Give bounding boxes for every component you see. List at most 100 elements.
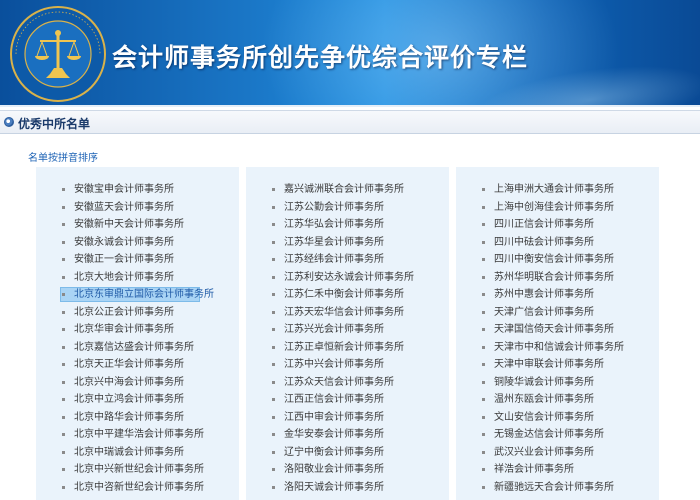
firm-list-item[interactable]: 四川中衡安信会计师事务所: [456, 251, 659, 269]
firm-list-item[interactable]: 江苏公勤会计师事务所: [246, 199, 449, 217]
firm-name-link[interactable]: 安徽蓝天会计师事务所: [74, 202, 174, 213]
firm-list-item[interactable]: 北京中兴新世纪会计师事务所: [36, 461, 239, 479]
firm-name-link[interactable]: 洛阳天诚会计师事务所: [284, 482, 384, 493]
firm-name-link[interactable]: 四川正信会计师事务所: [494, 219, 594, 230]
firm-list-item[interactable]: 江苏利安达永诚会计师事务所: [246, 269, 449, 287]
firm-name-link[interactable]: 洛阳敬业会计师事务所: [284, 464, 384, 475]
firm-name-link[interactable]: 江苏经纬会计师事务所: [284, 254, 384, 265]
firm-name-link[interactable]: 金华安泰会计师事务所: [284, 429, 384, 440]
firm-name-link[interactable]: 北京中兴新世纪会计师事务所: [74, 464, 204, 475]
firm-name-link[interactable]: 江苏正卓恒新会计师事务所: [284, 342, 404, 353]
firm-name-link[interactable]: 北京华审会计师事务所: [74, 324, 174, 335]
firm-list-item[interactable]: 天津广信会计师事务所: [456, 304, 659, 322]
firm-name-link[interactable]: 江苏仁禾中衡会计师事务所: [284, 289, 404, 300]
firm-list-item[interactable]: 北京天正华会计师事务所: [36, 356, 239, 374]
firm-list-item[interactable]: 安徽正一会计师事务所: [36, 251, 239, 269]
firm-list-item[interactable]: 上海中创海佳会计师事务所: [456, 199, 659, 217]
firm-list-item[interactable]: 金华安泰会计师事务所: [246, 426, 449, 444]
firm-name-link[interactable]: 天津广信会计师事务所: [494, 307, 594, 318]
firm-list-item[interactable]: 苏州华明联合会计师事务所: [456, 269, 659, 287]
firm-name-link[interactable]: 无锡金达信会计师事务所: [494, 429, 604, 440]
firm-list-item[interactable]: 北京华审会计师事务所: [36, 321, 239, 339]
firm-name-link[interactable]: 上海中创海佳会计师事务所: [494, 202, 614, 213]
firm-list-item[interactable]: 江苏中兴会计师事务所: [246, 356, 449, 374]
firm-list-item[interactable]: 江苏兴光会计师事务所: [246, 321, 449, 339]
firm-name-link[interactable]: 天津市中和信诚会计师事务所: [494, 342, 624, 353]
firm-list-item[interactable]: 安徽新中天会计师事务所: [36, 216, 239, 234]
firm-list-item[interactable]: 铜陵华诚会计师事务所: [456, 374, 659, 392]
firm-name-link[interactable]: 铜陵华诚会计师事务所: [494, 377, 594, 388]
firm-name-link[interactable]: 北京中咨新世纪会计师事务所: [74, 482, 204, 493]
firm-list-item[interactable]: 无锡金达信会计师事务所: [456, 426, 659, 444]
firm-name-link[interactable]: 苏州华明联合会计师事务所: [494, 272, 614, 283]
firm-list-item[interactable]: 新疆驰远天合会计师事务所: [456, 479, 659, 497]
firm-name-link[interactable]: 辽宁中衡会计师事务所: [284, 447, 384, 458]
firm-name-link[interactable]: 北京中路华会计师事务所: [74, 412, 184, 423]
firm-name-link[interactable]: 安徽永诚会计师事务所: [74, 237, 174, 248]
firm-list-item[interactable]: 北京兴中海会计师事务所: [36, 374, 239, 392]
firm-list-item[interactable]: 苏州中惠会计师事务所: [456, 286, 659, 304]
firm-list-item[interactable]: 北京大地会计师事务所: [36, 269, 239, 287]
firm-name-link[interactable]: 北京中瑞诚会计师事务所: [74, 447, 184, 458]
firm-list-item[interactable]: 安徽蓝天会计师事务所: [36, 199, 239, 217]
firm-name-link[interactable]: 新疆驰远天合会计师事务所: [494, 482, 614, 493]
firm-list-item[interactable]: 武汉兴业会计师事务所: [456, 444, 659, 462]
firm-name-link[interactable]: 北京大地会计师事务所: [74, 272, 174, 283]
firm-list-item[interactable]: 江苏华弘会计师事务所: [246, 216, 449, 234]
firm-list-item[interactable]: 北京中路华会计师事务所: [36, 409, 239, 427]
firm-name-link[interactable]: 江西中审会计师事务所: [284, 412, 384, 423]
firm-name-link[interactable]: 北京东审鼎立国际会计师事务所: [74, 289, 214, 300]
firm-name-link[interactable]: 江西正信会计师事务所: [284, 394, 384, 405]
firm-list-item[interactable]: 辽宁中衡会计师事务所: [246, 444, 449, 462]
firm-name-link[interactable]: 北京嘉信达盛会计师事务所: [74, 342, 194, 353]
firm-name-link[interactable]: 江苏利安达永诚会计师事务所: [284, 272, 414, 283]
firm-list-item[interactable]: 洛阳敬业会计师事务所: [246, 461, 449, 479]
firm-name-link[interactable]: 江苏兴光会计师事务所: [284, 324, 384, 335]
firm-name-link[interactable]: 祥浩会计师事务所: [494, 464, 574, 475]
firm-list-item[interactable]: 北京嘉信达盛会计师事务所: [36, 339, 239, 357]
firm-name-link[interactable]: 上海申洲大通会计师事务所: [494, 184, 614, 195]
firm-list-item[interactable]: 江西中审会计师事务所: [246, 409, 449, 427]
firm-list-item[interactable]: 江苏华星会计师事务所: [246, 234, 449, 252]
firm-list-item[interactable]: 江苏正卓恒新会计师事务所: [246, 339, 449, 357]
firm-list-item[interactable]: 安徽永诚会计师事务所: [36, 234, 239, 252]
firm-list-item[interactable]: 江苏天宏华信会计师事务所: [246, 304, 449, 322]
firm-list-item[interactable]: 天津市中和信诚会计师事务所: [456, 339, 659, 357]
firm-list-item[interactable]: 北京中平建华浩会计师事务所: [36, 426, 239, 444]
firm-name-link[interactable]: 安徽正一会计师事务所: [74, 254, 174, 265]
firm-name-link[interactable]: 温州东瓯会计师事务所: [494, 394, 594, 405]
firm-list-item[interactable]: 北京东审鼎立国际会计师事务所: [36, 286, 239, 304]
firm-name-link[interactable]: 天津中审联会计师事务所: [494, 359, 604, 370]
firm-list-item[interactable]: 天津中审联会计师事务所: [456, 356, 659, 374]
firm-name-link[interactable]: 四川中砝会计师事务所: [494, 237, 594, 248]
firm-name-link[interactable]: 嘉兴诚洲联合会计师事务所: [284, 184, 404, 195]
firm-list-item[interactable]: 江苏经纬会计师事务所: [246, 251, 449, 269]
firm-name-link[interactable]: 江苏华弘会计师事务所: [284, 219, 384, 230]
firm-list-item[interactable]: 安徽宝申会计师事务所: [36, 181, 239, 199]
firm-name-link[interactable]: 北京中立鸿会计师事务所: [74, 394, 184, 405]
firm-list-item[interactable]: 温州东瓯会计师事务所: [456, 391, 659, 409]
firm-list-item[interactable]: 祥浩会计师事务所: [456, 461, 659, 479]
firm-name-link[interactable]: 北京天正华会计师事务所: [74, 359, 184, 370]
firm-name-link[interactable]: 北京兴中海会计师事务所: [74, 377, 184, 388]
firm-name-link[interactable]: 苏州中惠会计师事务所: [494, 289, 594, 300]
firm-list-item[interactable]: 江苏仁禾中衡会计师事务所: [246, 286, 449, 304]
firm-list-item[interactable]: 北京公正会计师事务所: [36, 304, 239, 322]
firm-name-link[interactable]: 江苏华星会计师事务所: [284, 237, 384, 248]
firm-list-item[interactable]: 北京中瑞诚会计师事务所: [36, 444, 239, 462]
firm-list-item[interactable]: 北京中立鸿会计师事务所: [36, 391, 239, 409]
firm-list-item[interactable]: 北京中咨新世纪会计师事务所: [36, 479, 239, 497]
firm-name-link[interactable]: 北京中平建华浩会计师事务所: [74, 429, 204, 440]
firm-name-link[interactable]: 江苏中兴会计师事务所: [284, 359, 384, 370]
firm-name-link[interactable]: 文山安信会计师事务所: [494, 412, 594, 423]
firm-list-item[interactable]: 嘉兴诚洲联合会计师事务所: [246, 181, 449, 199]
firm-list-item[interactable]: 江西正信会计师事务所: [246, 391, 449, 409]
firm-name-link[interactable]: 安徽新中天会计师事务所: [74, 219, 184, 230]
firm-list-item[interactable]: 文山安信会计师事务所: [456, 409, 659, 427]
firm-name-link[interactable]: 安徽宝申会计师事务所: [74, 184, 174, 195]
firm-name-link[interactable]: 江苏公勤会计师事务所: [284, 202, 384, 213]
firm-list-item[interactable]: 天津国信倚天会计师事务所: [456, 321, 659, 339]
firm-list-item[interactable]: 上海申洲大通会计师事务所: [456, 181, 659, 199]
firm-name-link[interactable]: 四川中衡安信会计师事务所: [494, 254, 614, 265]
firm-name-link[interactable]: 武汉兴业会计师事务所: [494, 447, 594, 458]
